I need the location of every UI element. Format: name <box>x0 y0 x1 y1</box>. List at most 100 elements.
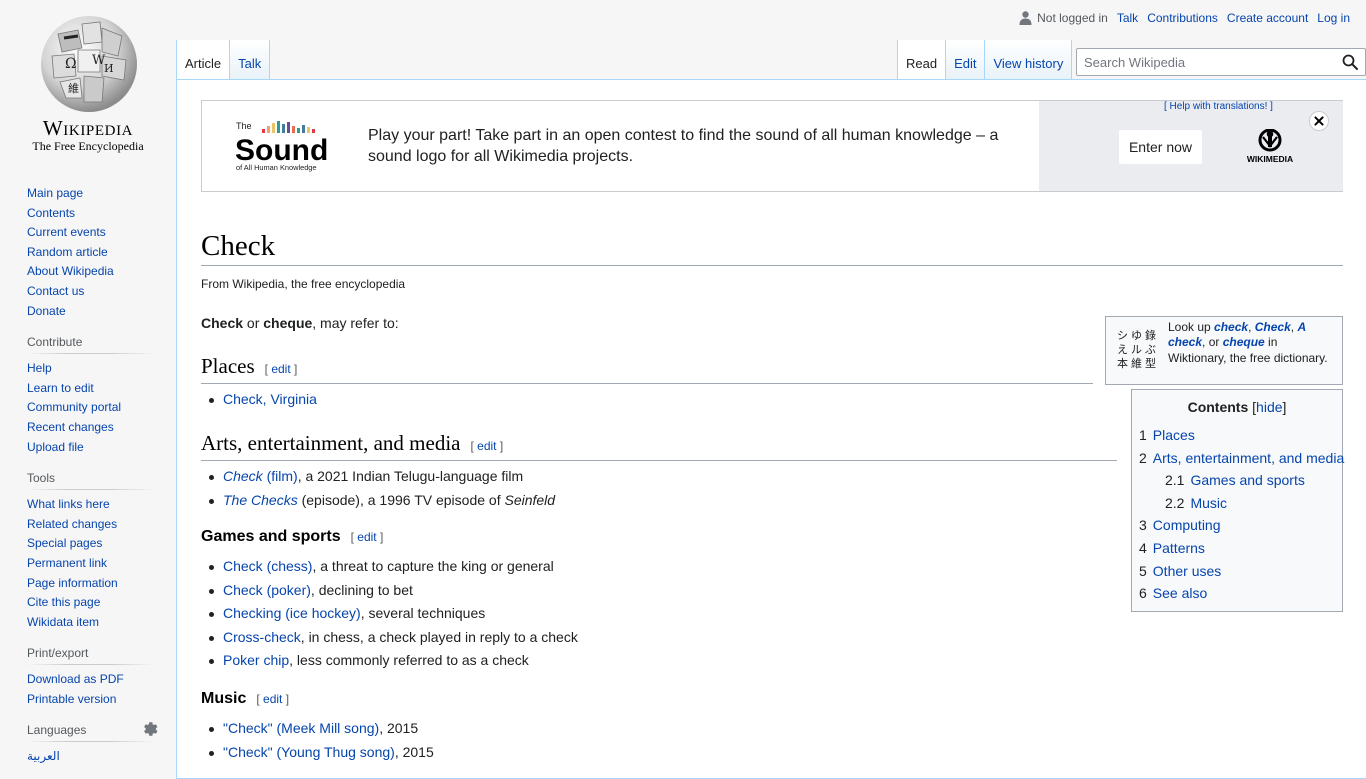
edit-section-link[interactable]: edit <box>477 439 496 453</box>
item-link[interactable]: "Check" (Meek Mill song) <box>223 720 379 736</box>
item-link[interactable]: Check (chess) <box>223 558 312 574</box>
talk-link[interactable]: Talk <box>1117 11 1138 25</box>
sidebar-item-related-changes[interactable]: Related changes <box>27 517 117 531</box>
section-title: Arts, entertainment, and media <box>201 431 461 455</box>
item-link[interactable]: Check, Virginia <box>223 391 317 407</box>
personal-tools: Not logged in Talk Contributions Create … <box>1019 11 1350 25</box>
portal-heading-languages: Languages <box>27 723 153 743</box>
item-link[interactable]: "Check" (Young Thug song) <box>223 744 395 760</box>
tab-edit[interactable]: Edit <box>946 40 986 80</box>
search-input[interactable] <box>1077 49 1317 75</box>
section-heading-music: Music[ edit ] <box>201 690 290 707</box>
sidebar-item-community-portal[interactable]: Community portal <box>27 400 121 414</box>
tab-read[interactable]: Read <box>897 40 947 80</box>
wikt-link-cheque[interactable]: cheque <box>1223 335 1265 349</box>
item-link[interactable]: The Checks <box>223 492 298 508</box>
tab-view-history[interactable]: View history <box>985 40 1073 80</box>
sidebar-item-what-links-here[interactable]: What links here <box>27 497 110 511</box>
toc-num: 4 <box>1139 539 1147 556</box>
help-translations-link[interactable]: [ Help with translations! ] <box>1164 101 1273 112</box>
search-icon[interactable] <box>1342 54 1358 70</box>
music-list: "Check" (Meek Mill song), 2015 "Check" (… <box>201 717 434 764</box>
item-link[interactable]: Poker chip <box>223 652 289 668</box>
item-link[interactable]: Checking (ice hockey) <box>223 605 361 621</box>
toc-item[interactable]: 4 Patterns <box>1139 537 1344 560</box>
item-link[interactable]: Check (film) <box>223 468 298 484</box>
toc-item[interactable]: 6 See also <box>1139 582 1344 605</box>
sidebar-item-cite[interactable]: Cite this page <box>27 595 100 609</box>
sidebar-item-page-information[interactable]: Page information <box>27 576 118 590</box>
tab-talk-label: Talk <box>238 56 262 71</box>
sidebar-item-about[interactable]: About Wikipedia <box>27 264 114 278</box>
intro-text: or <box>243 315 264 331</box>
sidebar-item-main-page[interactable]: Main page <box>27 186 83 200</box>
toc-link[interactable]: Computing <box>1153 517 1221 533</box>
sidebar-item-printable[interactable]: Printable version <box>27 692 116 706</box>
wikipedia-logo[interactable]: Ω W 維 И Wikipedia The Free Encyclopedia <box>0 0 176 160</box>
toc-item[interactable]: 3 Computing <box>1139 514 1344 537</box>
toc-item[interactable]: 5 Other uses <box>1139 560 1344 583</box>
sidebar-item-random-article[interactable]: Random article <box>27 245 108 259</box>
contribute-portal: Contribute Help Learn to edit Community … <box>27 335 153 457</box>
language-link-arabic[interactable]: العربية <box>27 749 60 763</box>
sidebar-item-permanent-link[interactable]: Permanent link <box>27 556 107 570</box>
sidebar-item-recent-changes[interactable]: Recent changes <box>27 420 114 434</box>
toc-link[interactable]: Patterns <box>1153 540 1205 556</box>
toc-heading: Contents <box>1187 399 1249 415</box>
edit-section-link[interactable]: edit <box>271 362 290 376</box>
navigation-portal: Main page Contents Current events Random… <box>27 160 153 321</box>
portal-heading-tools: Tools <box>27 471 153 491</box>
sidebar-item-special-pages[interactable]: Special pages <box>27 536 102 550</box>
item-link-rest: (film) <box>262 468 298 484</box>
section-title: Games and sports <box>201 528 341 545</box>
sound-logo-the: The <box>236 121 252 131</box>
contributions-link[interactable]: Contributions <box>1147 11 1218 25</box>
item-link[interactable]: Cross-check <box>223 629 301 645</box>
sidebar-item-contact[interactable]: Contact us <box>27 284 84 298</box>
toc-item[interactable]: 2.2 Music <box>1139 492 1344 515</box>
toc-link[interactable]: Music <box>1190 495 1227 511</box>
wikimedia-wordmark: WIKIMEDIA <box>1247 154 1293 164</box>
tab-talk[interactable]: Talk <box>230 40 271 80</box>
intro-paragraph: Check or cheque, may refer to: <box>201 315 399 331</box>
toc-item[interactable]: 2 Arts, entertainment, and media <box>1139 447 1344 470</box>
create-account-link[interactable]: Create account <box>1227 11 1308 25</box>
sound-logo-sub: of All Human Knowledge <box>236 163 317 172</box>
enter-now-button[interactable]: Enter now <box>1119 130 1202 164</box>
toc-link[interactable]: Places <box>1153 427 1195 443</box>
wikt-link-check-cap[interactable]: Check <box>1255 320 1291 334</box>
login-link[interactable]: Log in <box>1317 11 1350 25</box>
edit-section-link[interactable]: edit <box>263 692 282 706</box>
sidebar-item-upload-file[interactable]: Upload file <box>27 440 84 454</box>
toc-hide-toggle[interactable]: hide <box>1256 399 1282 415</box>
toc-link[interactable]: Other uses <box>1153 563 1221 579</box>
sidebar-item-download-pdf[interactable]: Download as PDF <box>27 672 124 686</box>
sidebar-item-wikidata[interactable]: Wikidata item <box>27 615 99 629</box>
close-icon[interactable] <box>1309 111 1329 131</box>
sidebar-item-help[interactable]: Help <box>27 361 52 375</box>
item-link[interactable]: Check (poker) <box>223 582 311 598</box>
search-box <box>1076 48 1366 76</box>
sidebar-item-learn-to-edit[interactable]: Learn to edit <box>27 381 94 395</box>
sidebar-item-current-events[interactable]: Current events <box>27 225 106 239</box>
item-desc: , declining to bet <box>310 581 413 598</box>
toc-link[interactable]: Arts, entertainment, and media <box>1153 450 1344 466</box>
item-desc: , in chess, a check played in reply to a… <box>300 628 578 645</box>
toc-item[interactable]: 1 Places <box>1139 424 1344 447</box>
gear-icon[interactable] <box>142 721 158 737</box>
toc-item[interactable]: 2.1 Games and sports <box>1139 469 1344 492</box>
sidebar-item-donate[interactable]: Donate <box>27 304 66 318</box>
item-desc: , 2015 <box>394 743 434 760</box>
edit-section-link[interactable]: edit <box>357 530 376 544</box>
toc-num: 5 <box>1139 562 1147 579</box>
tab-article[interactable]: Article <box>176 40 231 80</box>
wikt-link-check[interactable]: check <box>1214 320 1248 334</box>
toc-link[interactable]: Games and sports <box>1190 472 1304 488</box>
toc-link[interactable]: See also <box>1153 585 1207 601</box>
svg-text:本: 本 <box>1117 356 1128 370</box>
sidebar-item-contents[interactable]: Contents <box>27 206 75 220</box>
list-item: Check, Virginia <box>209 388 317 412</box>
list-item: "Check" (Meek Mill song), 2015 <box>209 717 434 741</box>
list-item: Check (chess), a threat to capture the k… <box>209 555 578 579</box>
svg-text:維: 維 <box>1131 357 1142 370</box>
